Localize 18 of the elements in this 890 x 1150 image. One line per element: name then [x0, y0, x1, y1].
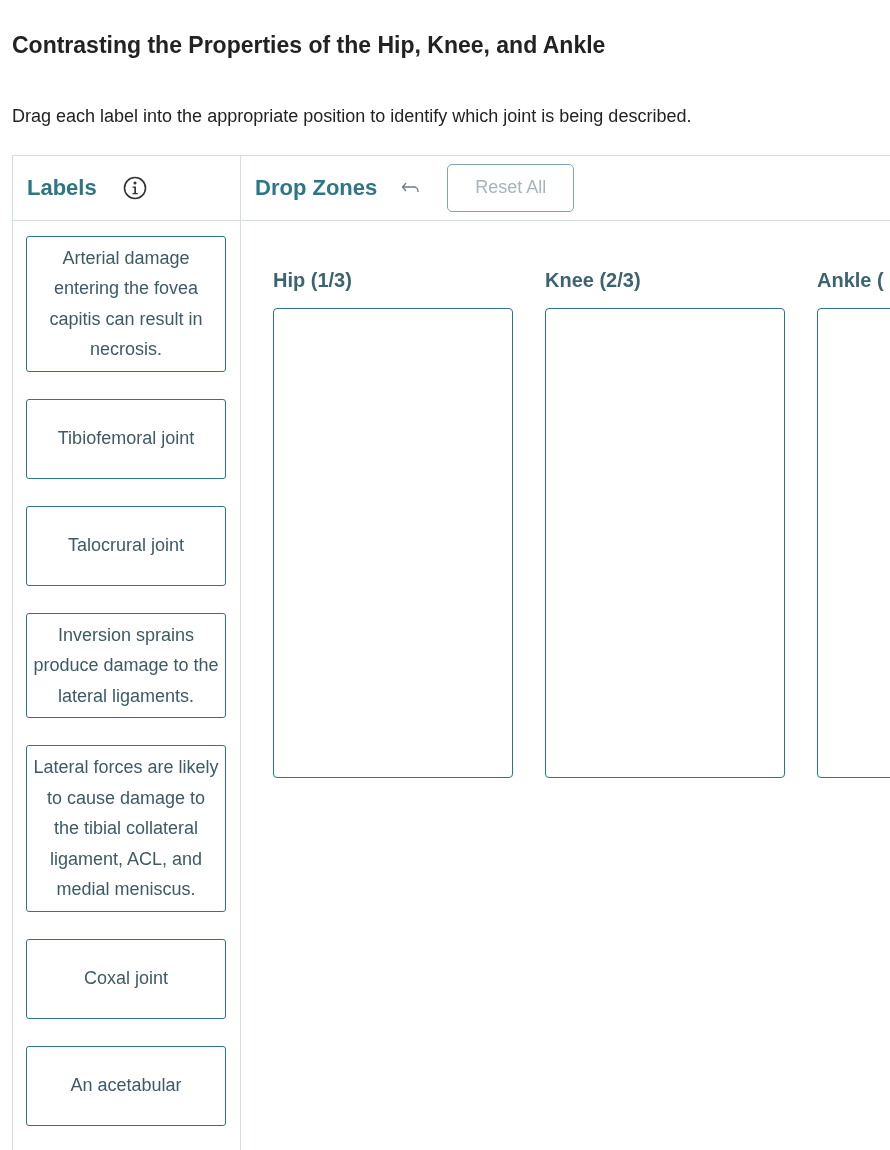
label-card[interactable]: Coxal joint: [26, 938, 226, 1019]
label-card[interactable]: An acetabular: [26, 1045, 226, 1126]
label-card[interactable]: Lateral forces are likely to cause damage to the tibial collateral ligament, ACL, and medial meniscus.: [26, 745, 226, 912]
zone-heading: Hip (1/3): [273, 267, 352, 293]
drop-zones-heading: Drop Zones: [255, 174, 378, 202]
label-card[interactable]: Arterial damage entering the fovea capitis can result in necrosis.: [26, 235, 226, 372]
instructions-text: Drag each label into the appropriate position to identify which joint is being described.: [11, 104, 692, 128]
label-card[interactable]: Tibiofemoral joint: [26, 398, 226, 479]
undo-icon[interactable]: [401, 180, 422, 195]
zone-heading: Knee (2/3): [545, 267, 641, 293]
page-title: Contrasting the Properties of the Hip, Knee, and Ankle: [11, 31, 606, 60]
zone-heading: Ankle (: [817, 267, 884, 293]
labels-heading: Labels: [27, 174, 97, 202]
drop-zone[interactable]: [273, 307, 513, 778]
drop-zone[interactable]: [545, 307, 785, 778]
label-card[interactable]: Talocrural joint: [26, 505, 226, 586]
label-card[interactable]: Inversion sprains produce damage to the lateral ligaments.: [26, 612, 226, 718]
info-icon[interactable]: [122, 175, 147, 200]
